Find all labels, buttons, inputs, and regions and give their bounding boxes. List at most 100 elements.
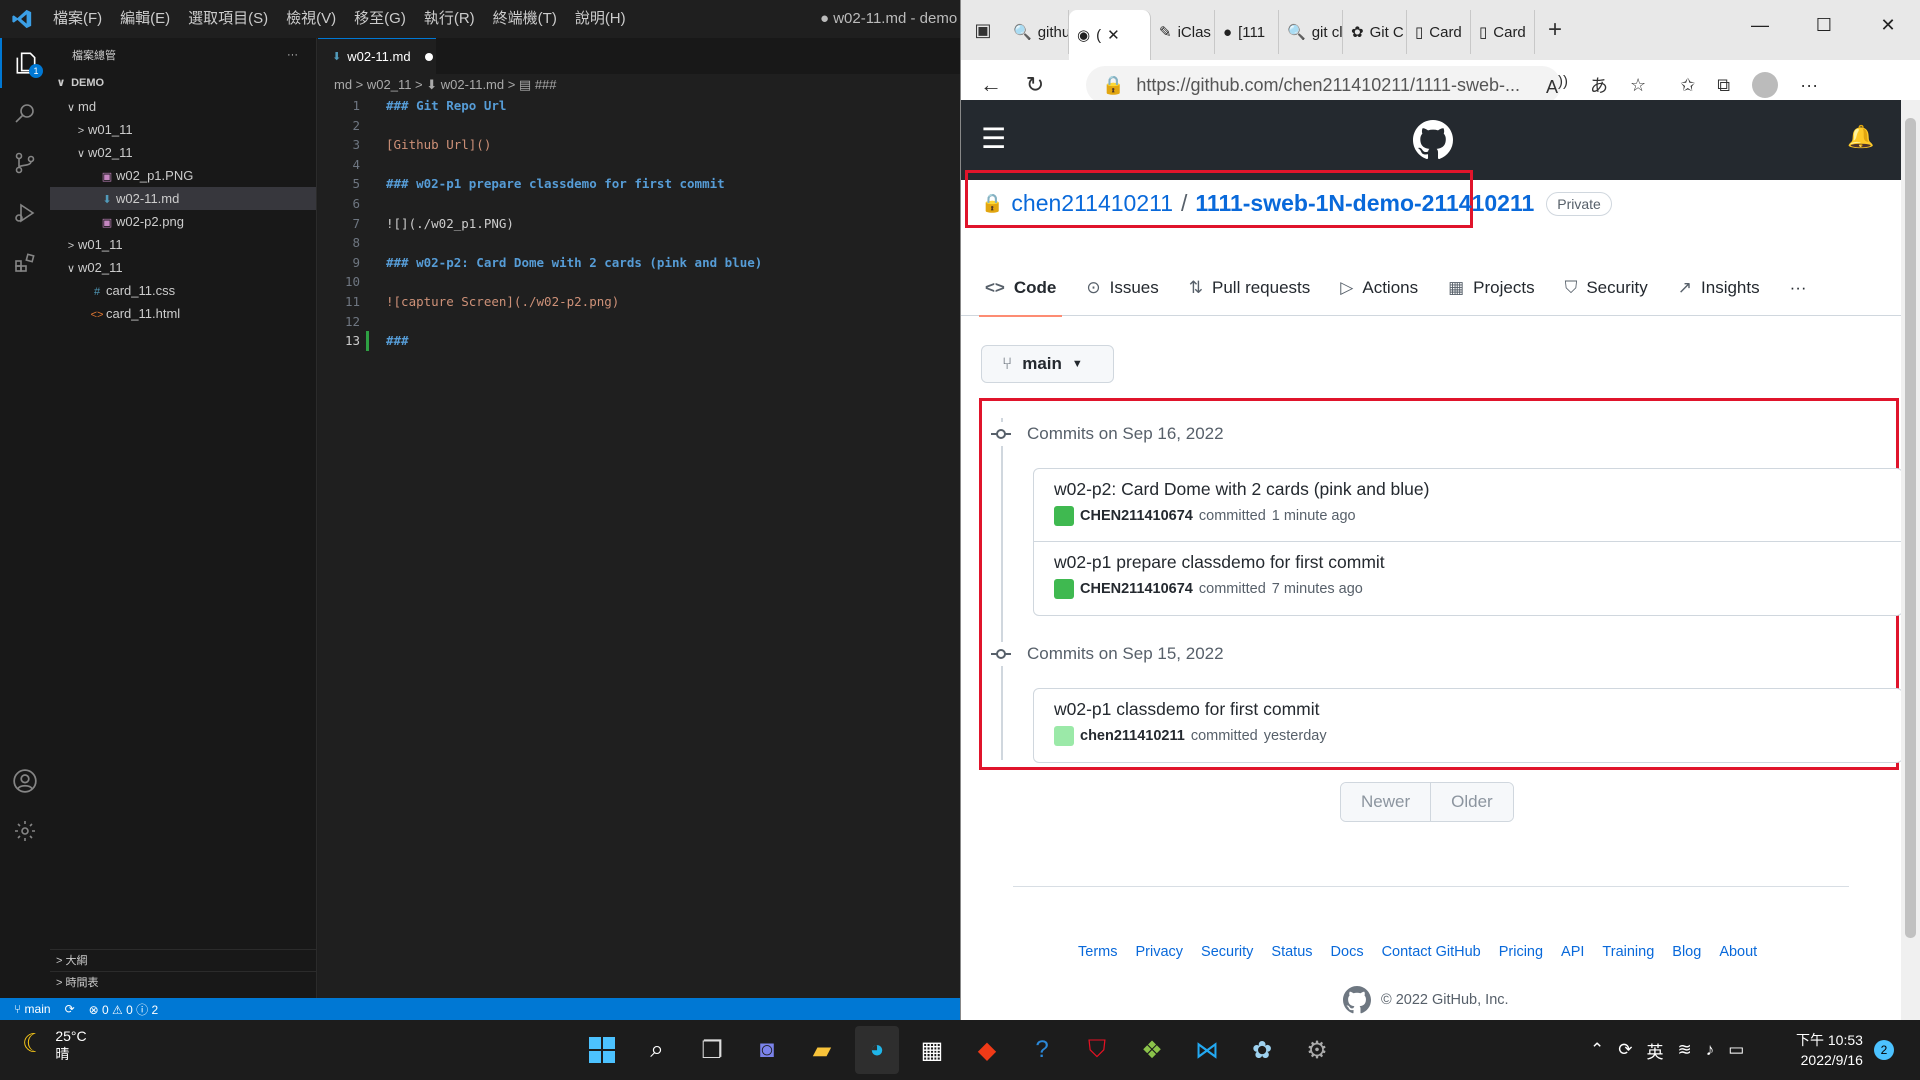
tree-item[interactable]: > w01_11 (50, 233, 316, 256)
footer-link[interactable]: Status (1271, 944, 1312, 960)
explorer-more-button[interactable]: ··· (287, 49, 298, 61)
notifications-bell-icon[interactable]: 🔔 (1847, 124, 1874, 150)
code-line[interactable]: 2 (318, 116, 960, 136)
menu-item[interactable]: 選取項目(S) (179, 0, 277, 38)
read-aloud-icon[interactable]: A)) (1546, 73, 1568, 98)
code-line[interactable]: 6 (318, 194, 960, 214)
tree-item[interactable]: ⬇ w02-11.md (50, 187, 316, 210)
sourcetree-icon[interactable]: ✿ (1240, 1026, 1284, 1074)
close-window-button[interactable]: ✕ (1856, 0, 1920, 50)
edge-icon[interactable]: ◕ (855, 1026, 899, 1074)
repo-tab-code[interactable]: <> Code (978, 260, 1063, 317)
repo-owner-link[interactable]: chen211410211 (1011, 190, 1173, 217)
account-icon[interactable] (0, 756, 50, 806)
tree-item[interactable]: > w01_11 (50, 118, 316, 141)
repo-tab-pull-requests[interactable]: ⇅ Pull requests (1189, 260, 1311, 316)
menu-item[interactable]: 檔案(F) (44, 0, 111, 38)
code-line[interactable]: 1 ### Git Repo Url (318, 96, 960, 116)
hamburger-menu-icon[interactable]: ☰ (981, 122, 1006, 155)
tree-item[interactable]: ∨ w02_11 (50, 141, 316, 164)
run-debug-icon[interactable] (0, 188, 50, 238)
maximize-button[interactable]: ☐ (1792, 0, 1856, 50)
battery-icon[interactable]: ▭ (1728, 1040, 1744, 1060)
commit-message-link[interactable]: w02-p2: Card Dome with 2 cards (pink and… (1054, 479, 1882, 500)
commit-row[interactable]: w02-p1 prepare classdemo for first commi… (1034, 542, 1901, 615)
code-line[interactable]: 7 ![](./w02_p1.PNG) (318, 214, 960, 234)
footer-link[interactable]: Terms (1078, 944, 1117, 960)
repo-name-link[interactable]: 1111-sweb-1N-demo-211410211 (1195, 190, 1534, 217)
help-icon[interactable]: ? (1020, 1026, 1064, 1074)
code-line[interactable]: 13 ### (318, 331, 960, 351)
tray-expand-icon[interactable]: ⌃ (1590, 1040, 1604, 1060)
repo-tab-projects[interactable]: ▦ Projects (1448, 260, 1534, 316)
ime-indicator[interactable]: 英 (1647, 1038, 1664, 1063)
branch-select-button[interactable]: ⑂ main ▼ (981, 345, 1114, 383)
source-control-icon[interactable] (0, 138, 50, 188)
repo-tab-issues[interactable]: ⊙ Issues (1086, 260, 1158, 316)
search-icon[interactable] (0, 88, 50, 138)
problems-status[interactable]: ⊗ 0 ⚠ 0 ⓘ 2 (89, 1001, 159, 1018)
refresh-button[interactable]: ↻ (1013, 72, 1057, 98)
tree-item[interactable]: ∨ w02_11 (50, 256, 316, 279)
code-editor[interactable]: 1 ### Git Repo Url 2 3 [Github Url]() 4 5 ### w… (318, 96, 960, 351)
commit-author-link[interactable]: CHEN211410674 (1080, 581, 1193, 597)
footer-link[interactable]: Pricing (1499, 944, 1543, 960)
repo-tab-insights[interactable]: ↗ Insights (1678, 260, 1760, 316)
browser-tab[interactable]: ✿ Git C (1343, 10, 1407, 54)
author-avatar[interactable] (1054, 726, 1074, 746)
favorites-icon[interactable]: ✩ (1680, 75, 1695, 96)
wifi-icon[interactable]: ≋ (1678, 1040, 1692, 1060)
older-button[interactable]: Older (1430, 783, 1513, 821)
menu-item[interactable]: 說明(H) (566, 0, 635, 38)
store-icon[interactable]: ▦ (910, 1026, 954, 1074)
scrollbar-thumb[interactable] (1905, 118, 1916, 938)
profile-avatar[interactable] (1752, 72, 1779, 98)
repo-tab-security[interactable]: ⛉ Security (1565, 260, 1648, 316)
breadcrumb[interactable]: md > w02_11 > ⬇ w02-11.md > ▤ ### (318, 74, 960, 96)
vscode-taskbar-icon[interactable]: ⋈ (1185, 1026, 1229, 1074)
task-view-icon[interactable]: ❐ (690, 1026, 734, 1074)
more-menu-icon[interactable]: ··· (1800, 75, 1818, 96)
teams-chat-icon[interactable]: ◙ (745, 1026, 789, 1074)
explorer-icon[interactable]: 1 (0, 38, 50, 88)
mcafee-icon[interactable]: ⛉ (1075, 1026, 1119, 1074)
footer-link[interactable]: API (1561, 944, 1584, 960)
commit-row[interactable]: w02-p1 classdemo for first commit chen211… (1034, 689, 1901, 762)
newer-button[interactable]: Newer (1341, 783, 1431, 821)
clock[interactable]: 下午 10:53 2022/9/16 (1796, 1030, 1863, 1070)
workspace-root[interactable]: ∨ DEMO (50, 72, 316, 95)
commit-message-link[interactable]: w02-p1 prepare classdemo for first commi… (1054, 552, 1882, 573)
browser-tab[interactable]: ▯ Card (1407, 10, 1471, 54)
browser-tab[interactable]: ◉ (✕ (1069, 10, 1151, 60)
volume-icon[interactable]: ♪ (1706, 1040, 1715, 1060)
tree-item[interactable]: # card_11.css (50, 279, 316, 302)
editor-tab-w02-11[interactable]: ⬇ w02-11.md (318, 38, 436, 74)
code-line[interactable]: 9 ### w02-p2: Card Dome with 2 cards (pin… (318, 253, 960, 273)
unsaved-dot-icon[interactable] (424, 52, 433, 61)
outline-section[interactable]: > 大綱 (50, 949, 317, 971)
browser-tab[interactable]: 🔍 githu (1005, 10, 1069, 54)
weather-widget[interactable]: ☾ 25°C 晴 (22, 1028, 87, 1064)
footer-link[interactable]: Blog (1672, 944, 1701, 960)
menu-item[interactable]: 編輯(E) (111, 0, 179, 38)
search-icon[interactable]: ⌕ (635, 1026, 679, 1074)
code-line[interactable]: 8 (318, 233, 960, 253)
git-app-icon[interactable]: ❖ (1130, 1026, 1174, 1074)
commit-author-link[interactable]: chen211410211 (1080, 728, 1185, 744)
author-avatar[interactable] (1054, 506, 1074, 526)
file-explorer-icon[interactable]: ▰ (800, 1026, 844, 1074)
translate-icon[interactable]: あ (1590, 72, 1608, 98)
menu-item[interactable]: 移至(G) (345, 0, 415, 38)
tree-item[interactable]: ▣ w02_p1.PNG (50, 164, 316, 187)
timeline-section[interactable]: > 時間表 (50, 971, 317, 993)
minimize-button[interactable]: — (1728, 0, 1792, 50)
code-line[interactable]: 5 ### w02-p1 prepare classdemo for first … (318, 174, 960, 194)
browser-tab[interactable]: ✎ iClas (1151, 10, 1215, 54)
footer-link[interactable]: Training (1602, 944, 1654, 960)
app-red-diamond-icon[interactable]: ◆ (965, 1026, 1009, 1074)
new-tab-button[interactable]: + (1535, 16, 1575, 44)
menu-item[interactable]: 終端機(T) (484, 0, 566, 38)
github-logo-icon[interactable] (1413, 120, 1453, 160)
menu-item[interactable]: 執行(R) (415, 0, 484, 38)
footer-link[interactable]: Docs (1331, 944, 1364, 960)
